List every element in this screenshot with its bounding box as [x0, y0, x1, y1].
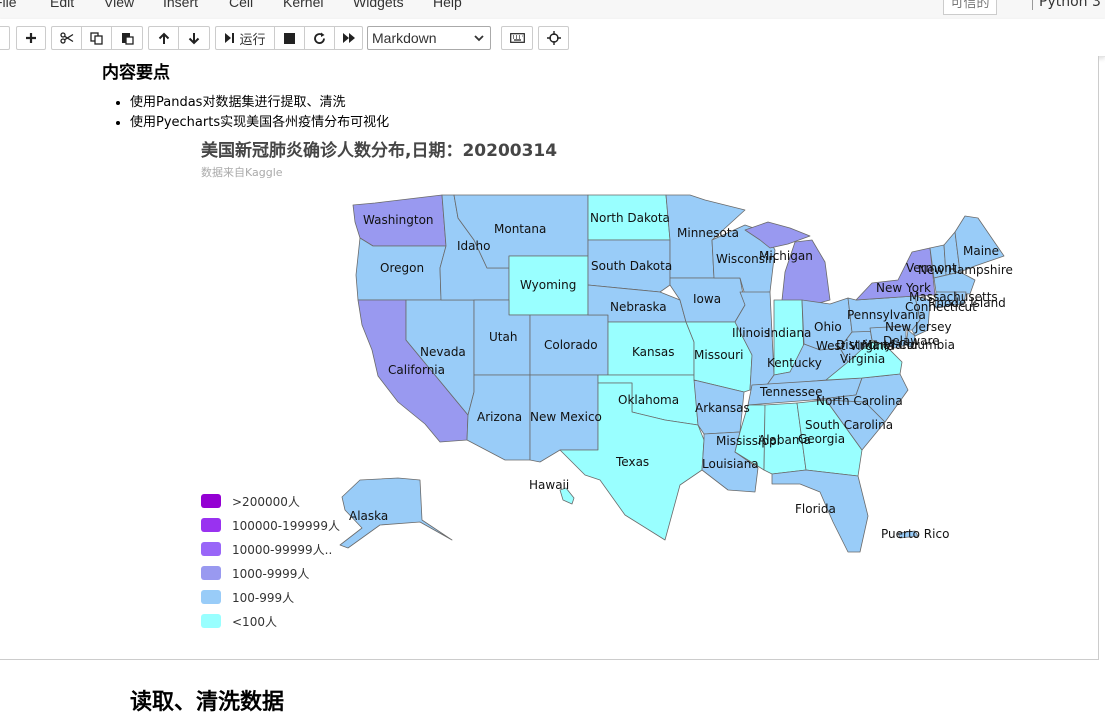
us-map[interactable]: Washington Oregon California Nevada Idah…	[0, 0, 1105, 660]
legend-item[interactable]: 100-999人	[201, 587, 361, 607]
map-label: District of Columbia	[836, 338, 955, 352]
map-label: Michigan	[759, 249, 813, 263]
legend-item[interactable]: <100人	[201, 611, 361, 631]
map-label: New Mexico	[530, 410, 602, 424]
map-label: Idaho	[457, 239, 490, 253]
map-label: South Dakota	[591, 259, 672, 273]
legend-label: 1000-9999人	[232, 567, 310, 581]
map-label: Utah	[489, 330, 517, 344]
map-label: South Carolina	[805, 418, 893, 432]
legend-label: 100-999人	[232, 591, 295, 605]
map-label: Maine	[963, 244, 999, 258]
map-label: Iowa	[693, 292, 721, 306]
map-label: Arizona	[477, 410, 522, 424]
legend-label: >200000人	[232, 495, 300, 509]
map-label: Massachusetts	[909, 290, 998, 304]
legend-swatch	[201, 590, 221, 604]
map-label: Kentucky	[767, 356, 822, 370]
map-label: Florida	[795, 502, 836, 516]
map-label: New Hampshire	[918, 263, 1013, 277]
map-label: Tennessee	[759, 385, 823, 399]
map-label: Louisiana	[702, 457, 759, 471]
map-label: Nevada	[420, 345, 466, 359]
legend-swatch	[201, 518, 221, 532]
map-label: Oregon	[380, 261, 424, 275]
map-label: Puerto Rico	[881, 527, 949, 541]
map-label: Arkansas	[695, 401, 750, 415]
map-label: Georgia	[798, 432, 845, 446]
map-label: New Jersey	[885, 320, 952, 334]
map-label: Oklahoma	[618, 393, 679, 407]
legend-swatch	[201, 566, 221, 580]
legend-item[interactable]: 100000-199999人	[201, 515, 361, 535]
map-label: Minnesota	[677, 226, 739, 240]
legend-label: 100000-199999人	[232, 519, 340, 533]
map-label: Missouri	[694, 348, 743, 362]
map-label: Nebraska	[610, 300, 667, 314]
legend-label: <100人	[232, 615, 277, 629]
map-label: Hawaii	[529, 478, 569, 492]
map-label: Indiana	[767, 326, 811, 340]
map-label: Montana	[494, 222, 546, 236]
map-label: North Dakota	[590, 211, 670, 225]
legend-swatch	[201, 614, 221, 628]
legend-swatch	[201, 542, 221, 556]
map-label: Wyoming	[520, 278, 576, 292]
legend-item[interactable]: 10000-99999人..	[201, 539, 361, 559]
map-label: Colorado	[544, 338, 598, 352]
legend-item[interactable]: 1000-9999人	[201, 563, 361, 583]
map-label: Washington	[363, 213, 434, 227]
map-label: Illinois	[732, 326, 770, 340]
legend-label: 10000-99999人..	[232, 543, 333, 557]
legend-item[interactable]: >200000人	[201, 491, 361, 511]
map-label: Texas	[615, 455, 649, 469]
map-label: Kansas	[632, 345, 674, 359]
next-section-heading: 读取、清洗数据	[130, 690, 285, 715]
map-label: California	[388, 363, 445, 377]
map-label: Ohio	[814, 320, 842, 334]
legend-swatch	[201, 494, 221, 508]
map-label: North Carolina	[816, 394, 903, 408]
map-label: Virginia	[840, 352, 885, 366]
